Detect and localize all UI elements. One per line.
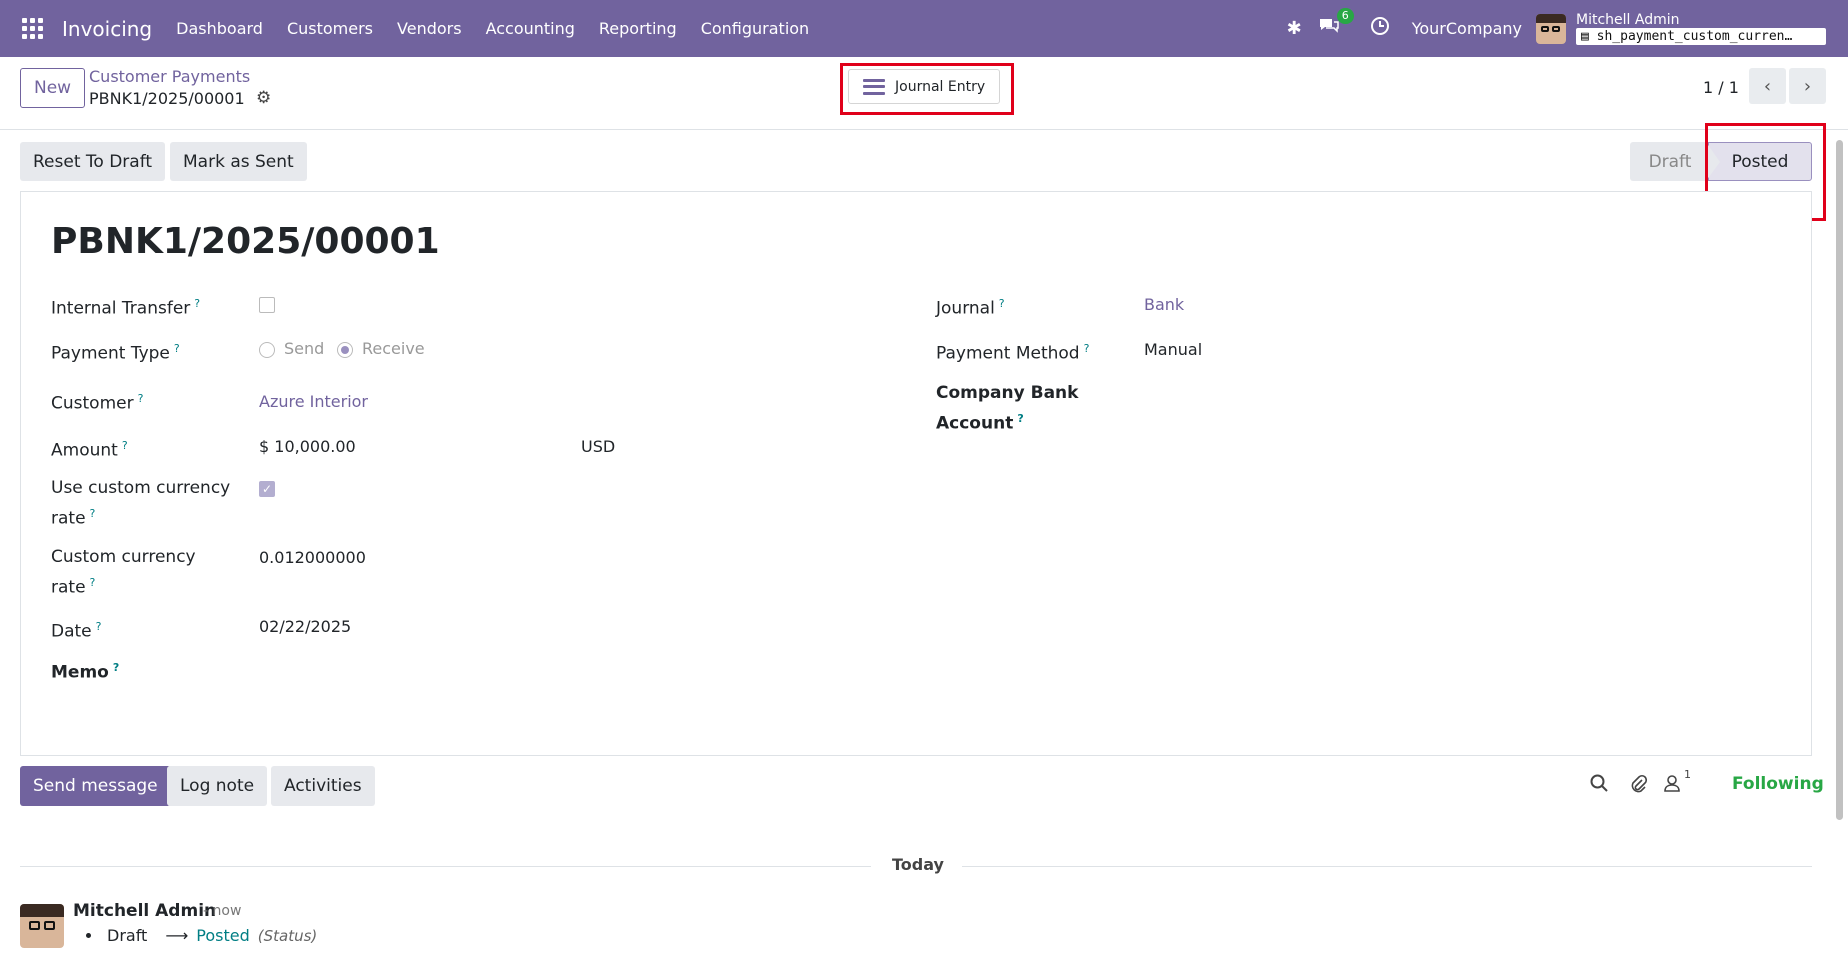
customer-label: Customer? (51, 392, 144, 414)
send-message-button[interactable]: Send message (20, 766, 171, 806)
debug-bug-icon[interactable]: ✱ (1287, 18, 1302, 39)
user-avatar[interactable] (1536, 13, 1566, 44)
activity-clock-icon[interactable] (1370, 16, 1390, 41)
use-custom-rate-label: Use custom currency (51, 478, 231, 498)
messages-icon[interactable]: 6 (1318, 8, 1354, 40)
top-navbar: Invoicing Dashboard Customers Vendors Ac… (0, 0, 1848, 57)
internal-transfer-label: Internal Transfer? (51, 297, 201, 319)
payment-method-value[interactable]: Manual (1144, 337, 1202, 363)
today-divider-left (20, 866, 871, 867)
internal-transfer-checkbox[interactable] (259, 297, 275, 313)
record-title: PBNK1/2025/00001 (51, 221, 440, 262)
paperclip-icon[interactable] (1629, 774, 1648, 799)
menu-configuration[interactable]: Configuration (689, 19, 822, 38)
followers-icon[interactable]: 1 (1663, 768, 1691, 797)
journal-label: Journal? (936, 297, 1005, 319)
date-value[interactable]: 02/22/2025 (259, 614, 351, 640)
payment-method-label: Payment Method? (936, 342, 1090, 364)
new-button[interactable]: New (20, 68, 86, 108)
user-menu[interactable]: Mitchell Admin ▤ sh_payment_custom_curre… (1576, 12, 1826, 45)
payment-type-receive-radio[interactable] (337, 342, 353, 358)
tracking-new-value: Posted (196, 926, 250, 945)
use-custom-rate-checkbox[interactable]: ✓ (259, 481, 275, 497)
memo-label: Memo? (51, 661, 120, 683)
menu-dashboard[interactable]: Dashboard (164, 19, 275, 38)
amount-value[interactable]: $ 10,000.00 (259, 434, 356, 460)
pager-previous-button[interactable]: ‹ (1749, 68, 1786, 104)
scrollbar-thumb[interactable] (1836, 140, 1843, 820)
amount-label: Amount? (51, 439, 128, 461)
messages-count-badge: 6 (1336, 8, 1354, 24)
message-tracking-line: Draft ⟶ Posted (Status) (86, 926, 317, 945)
followers-count: 1 (1684, 768, 1691, 781)
currency-value[interactable]: USD (581, 434, 615, 460)
form-sheet (20, 191, 1812, 756)
payment-type-send-label[interactable]: Send (284, 336, 324, 362)
arrow-right-icon: ⟶ (165, 926, 189, 945)
highlight-box-journal-entry (840, 63, 1014, 115)
message-time: - now (203, 903, 242, 919)
menu-reporting[interactable]: Reporting (587, 19, 689, 38)
breadcrumb-current: PBNK1/2025/00001 (89, 89, 245, 108)
company-bank-account-label: Company Bank (936, 383, 1079, 403)
user-name: Mitchell Admin (1576, 12, 1680, 28)
database-icon: ▤ (1581, 29, 1589, 44)
log-note-button[interactable]: Log note (167, 766, 268, 806)
search-icon[interactable] (1590, 774, 1608, 797)
message-author-avatar[interactable] (20, 904, 64, 948)
tracking-field-name: (Status) (257, 926, 318, 945)
journal-value[interactable]: Bank (1144, 292, 1184, 318)
reset-to-draft-button[interactable]: Reset To Draft (20, 142, 166, 181)
tracking-old-value: Draft (107, 926, 148, 945)
date-label: Date? (51, 620, 102, 642)
message-author[interactable]: Mitchell Admin (73, 901, 216, 921)
company-bank-account-label-2: Account? (936, 412, 1024, 434)
today-label: Today (892, 855, 944, 874)
today-divider-right (962, 866, 1812, 867)
custom-currency-rate-value[interactable]: 0.012000000 (259, 545, 366, 571)
payment-type-receive-label[interactable]: Receive (362, 336, 425, 362)
breadcrumb-parent[interactable]: Customer Payments (89, 67, 250, 86)
gear-icon[interactable]: ⚙ (256, 88, 271, 108)
pager-next-button[interactable]: › (1789, 68, 1826, 104)
activities-button[interactable]: Activities (271, 766, 375, 806)
bullet (86, 933, 91, 938)
mark-as-sent-button[interactable]: Mark as Sent (170, 142, 307, 181)
following-button[interactable]: Following (1732, 774, 1824, 794)
app-name[interactable]: Invoicing (62, 17, 152, 41)
custom-currency-rate-label-2: rate? (51, 576, 96, 598)
company-switcher[interactable]: YourCompany (1412, 19, 1522, 38)
payment-type-label: Payment Type? (51, 342, 180, 364)
chevron-right-icon: › (1803, 75, 1812, 97)
menu-customers[interactable]: Customers (275, 19, 385, 38)
menu-accounting[interactable]: Accounting (474, 19, 587, 38)
pager-value[interactable]: 1 / 1 (1703, 78, 1739, 97)
chevron-left-icon: ‹ (1763, 75, 1772, 97)
database-name: ▤ sh_payment_custom_curren… (1576, 28, 1826, 45)
menu-vendors[interactable]: Vendors (385, 19, 474, 38)
apps-menu-icon[interactable] (22, 17, 44, 40)
custom-currency-rate-label: Custom currency (51, 547, 196, 567)
use-custom-rate-label-2: rate? (51, 507, 96, 529)
status-draft[interactable]: Draft (1630, 142, 1710, 181)
customer-value[interactable]: Azure Interior (259, 389, 368, 415)
payment-type-send-radio[interactable] (259, 342, 275, 358)
